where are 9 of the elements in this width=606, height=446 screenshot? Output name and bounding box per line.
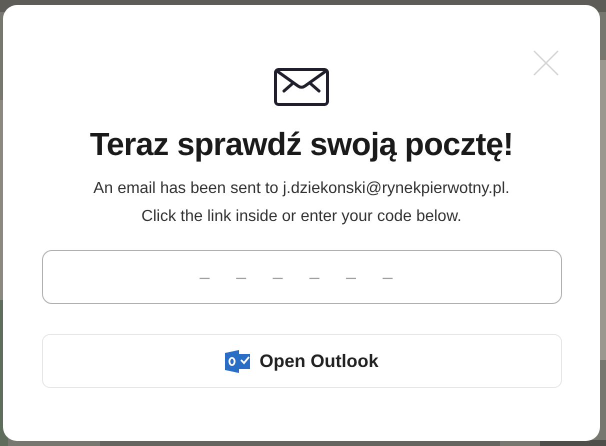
message-text: Click the link inside or enter your code below. <box>141 207 462 227</box>
envelope-icon <box>274 68 329 106</box>
close-icon <box>533 50 559 76</box>
outlook-icon <box>224 348 250 374</box>
code-input-field[interactable]: – – – – – – <box>42 250 562 304</box>
message-text: An email has been sent to j.dziekonski@rynekpierwotny.pl. <box>93 179 510 199</box>
dialog-title: Teraz sprawdź swoją pocztę! <box>90 128 514 160</box>
close-button[interactable] <box>533 50 559 76</box>
open-outlook-button[interactable]: Open Outlook <box>42 334 562 388</box>
